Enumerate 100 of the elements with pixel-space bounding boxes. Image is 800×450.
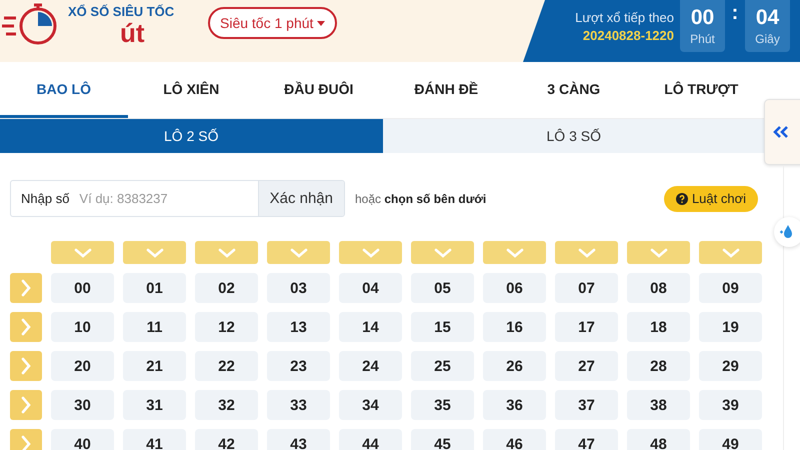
number-cell[interactable]: 19 xyxy=(699,312,762,342)
number-cell[interactable]: 00 xyxy=(51,273,114,303)
number-cell[interactable]: 12 xyxy=(195,312,258,342)
double-chevron-left-icon[interactable] xyxy=(773,125,789,139)
number-cell[interactable]: 46 xyxy=(483,429,546,450)
number-cell[interactable]: 49 xyxy=(699,429,762,450)
number-cell[interactable]: 11 xyxy=(123,312,186,342)
chevron-down-icon xyxy=(578,248,596,258)
page-title: XỔ SỐ SIÊU TỐC xyxy=(68,4,174,19)
number-cell[interactable]: 27 xyxy=(555,351,618,381)
number-cell[interactable]: 09 xyxy=(699,273,762,303)
number-cell[interactable]: 18 xyxy=(627,312,690,342)
select-row-button[interactable] xyxy=(10,312,42,342)
number-cell[interactable]: 40 xyxy=(51,429,114,450)
number-cell[interactable]: 36 xyxy=(483,390,546,420)
number-cell[interactable]: 20 xyxy=(51,351,114,381)
rules-button[interactable]: Luật chơi xyxy=(664,186,758,212)
category-tab[interactable]: ĐÁNH ĐỀ xyxy=(382,62,510,118)
number-cell[interactable]: 14 xyxy=(339,312,402,342)
select-column-button[interactable] xyxy=(483,241,546,264)
chevron-right-icon xyxy=(21,279,31,297)
chevron-down-icon xyxy=(722,248,740,258)
next-draw-label: Lượt xổ tiếp theo xyxy=(575,10,674,25)
caret-icon xyxy=(317,20,326,26)
category-tab[interactable]: LÔ XIÊN xyxy=(128,62,255,118)
number-cell[interactable]: 39 xyxy=(699,390,762,420)
number-cell[interactable]: 48 xyxy=(627,429,690,450)
help-icon xyxy=(676,192,688,204)
number-cell[interactable]: 03 xyxy=(267,273,330,303)
number-cell[interactable]: 42 xyxy=(195,429,258,450)
number-cell[interactable]: 07 xyxy=(555,273,618,303)
number-cell[interactable]: 16 xyxy=(483,312,546,342)
countdown-unit: Phút xyxy=(690,32,715,46)
number-cell[interactable]: 01 xyxy=(123,273,186,303)
number-cell[interactable]: 02 xyxy=(195,273,258,303)
number-cell[interactable]: 06 xyxy=(483,273,546,303)
select-column-button[interactable] xyxy=(627,241,690,264)
number-cell[interactable]: 26 xyxy=(483,351,546,381)
countdown-unit: Giây xyxy=(755,32,780,46)
select-row-button[interactable] xyxy=(10,273,42,303)
select-column-button[interactable] xyxy=(51,241,114,264)
chevron-down-icon xyxy=(506,248,524,258)
number-cell[interactable]: 23 xyxy=(267,351,330,381)
number-cell[interactable]: 47 xyxy=(555,429,618,450)
number-cell[interactable]: 45 xyxy=(411,429,474,450)
countdown-separator: : xyxy=(730,2,740,25)
chevron-right-icon xyxy=(21,357,31,375)
chevron-right-icon xyxy=(21,318,31,336)
input-label: Nhập số xyxy=(20,191,70,206)
category-tab[interactable]: LÔ TRƯỢT xyxy=(638,62,765,118)
category-tab[interactable]: ĐẦU ĐUÔI xyxy=(255,62,382,118)
chevron-down-icon xyxy=(218,248,236,258)
number-cell[interactable]: 24 xyxy=(339,351,402,381)
number-cell[interactable]: 25 xyxy=(411,351,474,381)
select-column-button[interactable] xyxy=(339,241,402,264)
number-cell[interactable]: 30 xyxy=(51,390,114,420)
chevron-down-icon xyxy=(362,248,380,258)
number-cell[interactable]: 35 xyxy=(411,390,474,420)
select-column-button[interactable] xyxy=(411,241,474,264)
number-cell[interactable]: 13 xyxy=(267,312,330,342)
number-cell[interactable]: 33 xyxy=(267,390,330,420)
number-cell[interactable]: 05 xyxy=(411,273,474,303)
number-cell[interactable]: 38 xyxy=(627,390,690,420)
select-row-button[interactable] xyxy=(10,351,42,381)
chevron-right-icon xyxy=(21,435,31,450)
number-cell[interactable]: 22 xyxy=(195,351,258,381)
select-row-button[interactable] xyxy=(10,429,42,450)
number-cell[interactable]: 41 xyxy=(123,429,186,450)
subcategory-tab[interactable]: LÔ 3 SỐ xyxy=(382,119,765,153)
select-column-button[interactable] xyxy=(267,241,330,264)
number-cell[interactable]: 17 xyxy=(555,312,618,342)
select-column-button[interactable] xyxy=(195,241,258,264)
number-input-field[interactable]: Nhập số Ví dụ: 8383237 Xác nhận xyxy=(10,180,345,217)
mode-dropdown[interactable]: Siêu tốc 1 phút xyxy=(208,7,338,39)
number-cell[interactable]: 04 xyxy=(339,273,402,303)
number-cell[interactable]: 43 xyxy=(267,429,330,450)
number-cell[interactable]: 37 xyxy=(555,390,618,420)
hint-text: hoặc chọn số bên dưới xyxy=(355,192,486,206)
number-cell[interactable]: 21 xyxy=(123,351,186,381)
select-column-button[interactable] xyxy=(123,241,186,264)
category-tab[interactable]: 3 CÀNG xyxy=(510,62,638,118)
number-cell[interactable]: 10 xyxy=(51,312,114,342)
select-row-button[interactable] xyxy=(10,390,42,420)
select-column-button[interactable] xyxy=(699,241,762,264)
number-cell[interactable]: 29 xyxy=(699,351,762,381)
countdown-value: 00 xyxy=(690,6,714,30)
confirm-button[interactable]: Xác nhận xyxy=(258,181,344,216)
chevron-right-icon xyxy=(21,396,31,414)
number-cell[interactable]: 08 xyxy=(627,273,690,303)
logo-text: út xyxy=(120,19,146,47)
number-cell[interactable]: 15 xyxy=(411,312,474,342)
chevron-down-icon xyxy=(290,248,308,258)
select-column-button[interactable] xyxy=(555,241,618,264)
chevron-down-icon xyxy=(74,248,92,258)
subcategory-tab[interactable]: LÔ 2 SỐ xyxy=(0,119,382,153)
number-cell[interactable]: 34 xyxy=(339,390,402,420)
number-cell[interactable]: 31 xyxy=(123,390,186,420)
number-cell[interactable]: 44 xyxy=(339,429,402,450)
number-cell[interactable]: 32 xyxy=(195,390,258,420)
number-cell[interactable]: 28 xyxy=(627,351,690,381)
